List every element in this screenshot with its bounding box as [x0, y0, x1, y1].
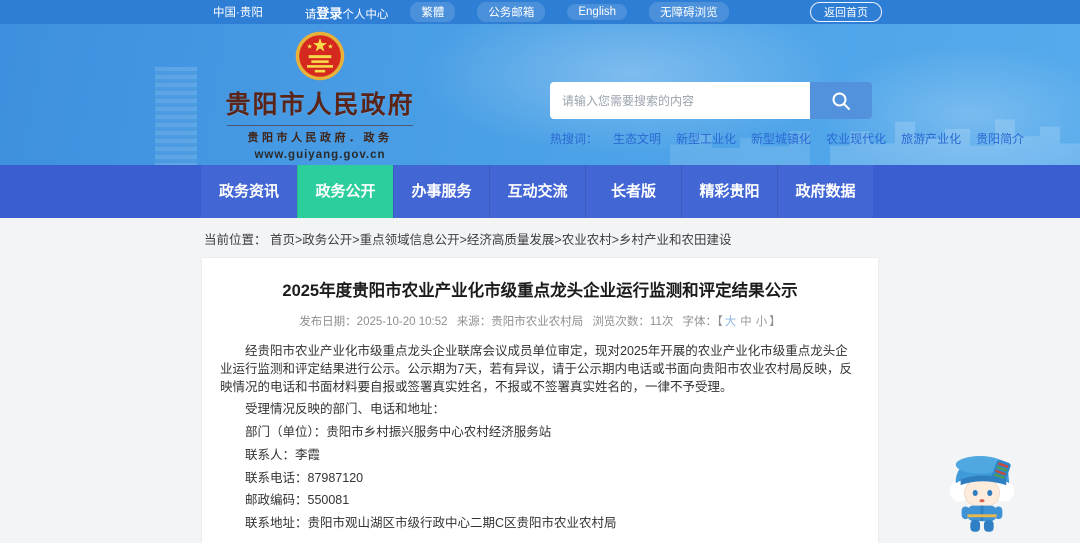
- return-home-button[interactable]: 返回首页: [810, 2, 882, 22]
- mascot-widget[interactable]: [948, 448, 1016, 539]
- english-button[interactable]: English: [567, 4, 628, 20]
- article-paragraph: 联系电话：87987120: [245, 470, 364, 485]
- font-size-medium-button[interactable]: 中: [740, 316, 752, 328]
- article-paragraph: 联系地址：贵阳市观山湖区市级行政中心二期C区贵阳市农业农村局: [245, 516, 617, 531]
- top-utility-bar: 中国·贵阳 请登录个人中心 繁體 公务邮箱 English 无障碍浏览 返回首页: [0, 0, 1080, 24]
- hot-word-link[interactable]: 农业现代化: [826, 130, 886, 147]
- tab-zhengfu-shuju[interactable]: 政府数据: [777, 165, 873, 218]
- site-url: www.guiyang.gov.cn: [254, 149, 386, 161]
- page: 中国·贵阳 请登录个人中心 繁體 公务邮箱 English 无障碍浏览 返回首页: [0, 0, 1080, 543]
- tab-zhengwu-gongkai[interactable]: 政务公开: [297, 165, 393, 218]
- font-size-small-button[interactable]: 小: [756, 316, 768, 328]
- article-source: 来源：贵阳市农业农村局: [456, 316, 584, 329]
- login-pre: 请: [304, 8, 317, 21]
- official-mail-button[interactable]: 公务邮箱: [477, 2, 546, 22]
- hot-words-label: 热搜词：: [550, 132, 599, 146]
- site-logo[interactable]: 贵阳市人民政府 贵阳市人民政府．政务 www.guiyang.gov.cn: [220, 29, 420, 161]
- font-size-label: 字体：【: [682, 316, 723, 329]
- hot-word-link[interactable]: 生态文明: [613, 130, 661, 147]
- breadcrumb: 当前位置： 首页>政务公开>重点领域信息公开>经济高质量发展>农业农村>乡村产业…: [0, 218, 1080, 257]
- article-card: 2025年度贵阳市农业产业化市级重点龙头企业运行监测和评定结果公示 发布日期：2…: [201, 257, 879, 543]
- site-subtitle: 贵阳市人民政府．政务: [247, 132, 393, 144]
- article-paragraph: 联系人：李霞: [245, 447, 321, 462]
- main-navigation: 政务资讯 政务公开 办事服务 互动交流 长者版 精彩贵阳 政府数据: [0, 165, 1080, 218]
- site-title: 贵阳市人民政府: [225, 91, 415, 119]
- tab-jingcai-guiyang[interactable]: 精彩贵阳: [681, 165, 777, 218]
- view-count: 浏览次数：11次: [592, 316, 674, 329]
- article-body: 经贵阳市农业产业化市级重点龙头企业联席会议成员单位审定，现对2025年开展的农业…: [220, 343, 860, 533]
- national-emblem-icon: [295, 31, 345, 81]
- mascot-character-icon: [949, 456, 1015, 532]
- tab-banshi-fuwu[interactable]: 办事服务: [393, 165, 489, 218]
- login-post: 个人中心: [342, 8, 389, 21]
- hot-word-link[interactable]: 新型城镇化: [751, 130, 811, 147]
- header-banner: 贵阳市人民政府 贵阳市人民政府．政务 www.guiyang.gov.cn 热搜…: [0, 24, 1080, 165]
- hot-word-link[interactable]: 新型工业化: [676, 130, 736, 147]
- hot-word-link[interactable]: 贵阳简介: [976, 130, 1024, 147]
- hot-search-words: 热搜词： 生态文明 新型工业化 新型城镇化 农业现代化 旅游产业化 贵阳简介: [550, 130, 1024, 147]
- article-meta: 发布日期：2025-10-20 10:52 来源：贵阳市农业农村局 浏览次数：1…: [220, 313, 860, 329]
- search-button[interactable]: [810, 82, 872, 119]
- breadcrumb-path[interactable]: 首页>政务公开>重点领域信息公开>经济高质量发展>农业农村>乡村产业和农田建设: [270, 233, 732, 247]
- font-size-large-button[interactable]: 大: [725, 316, 737, 328]
- article-paragraph: 受理情况反映的部门、电话和地址：: [245, 402, 446, 417]
- tab-zhengwu-zixun[interactable]: 政务资讯: [201, 165, 297, 218]
- article-paragraph: 邮政编码：550081: [245, 493, 350, 508]
- login-bold: 登录: [316, 5, 343, 21]
- tab-hudong-jiaoliu[interactable]: 互动交流: [489, 165, 585, 218]
- traditional-chinese-button[interactable]: 繁體: [410, 2, 456, 22]
- building-silhouette: [155, 67, 197, 165]
- search-input[interactable]: [550, 82, 810, 119]
- article-paragraph: 部门（单位）：贵阳市乡村振兴服务中心农村经济服务站: [245, 425, 552, 440]
- font-size-label-close: 】: [769, 316, 781, 329]
- logo-divider: [227, 125, 413, 126]
- tab-zhangzhe-ban[interactable]: 长者版: [585, 165, 681, 218]
- publish-date: 发布日期：2025-10-20 10:52: [299, 316, 448, 329]
- region-link[interactable]: 中国·贵阳: [213, 4, 263, 20]
- login-link[interactable]: 请登录个人中心: [305, 3, 389, 22]
- search-icon: [832, 92, 850, 110]
- article-paragraph: 经贵阳市农业产业化市级重点龙头企业联席会议成员单位审定，现对2025年开展的农业…: [220, 344, 852, 394]
- hot-word-link[interactable]: 旅游产业化: [901, 130, 961, 147]
- accessibility-button[interactable]: 无障碍浏览: [649, 2, 729, 22]
- article-title: 2025年度贵阳市农业产业化市级重点龙头企业运行监测和评定结果公示: [282, 282, 798, 300]
- search-area: 热搜词： 生态文明 新型工业化 新型城镇化 农业现代化 旅游产业化 贵阳简介: [550, 82, 1024, 147]
- breadcrumb-label: 当前位置：: [204, 233, 267, 247]
